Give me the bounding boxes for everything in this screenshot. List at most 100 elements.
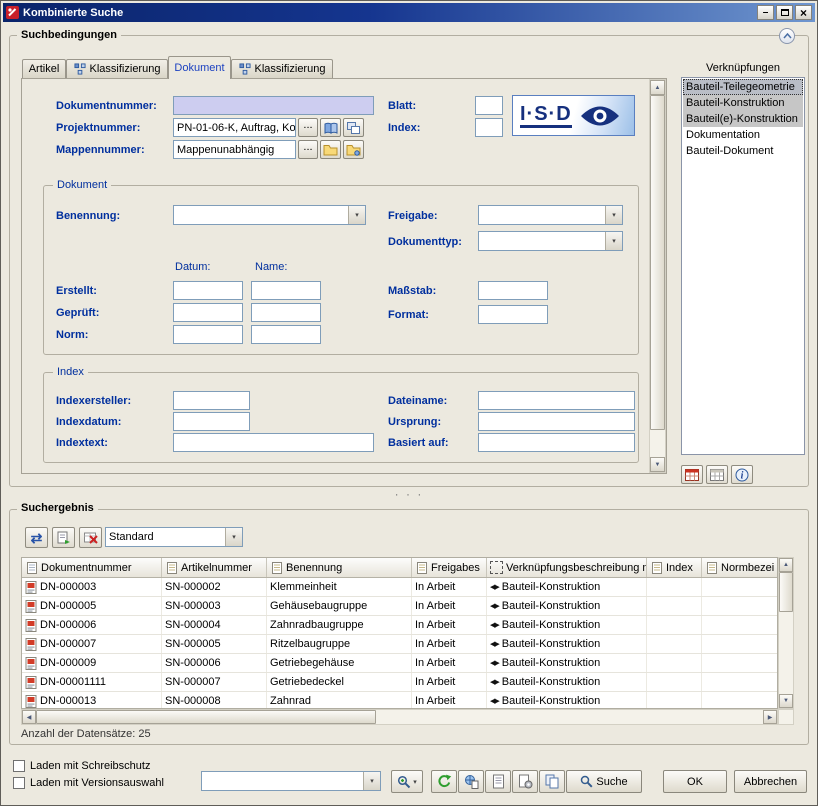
info-icon: i (735, 468, 749, 482)
geprueft-name-input[interactable] (251, 303, 321, 322)
projektnummer-input[interactable]: PN-01-06-K, Auftrag, Kon (173, 118, 296, 137)
close-button[interactable]: × (795, 5, 812, 20)
load-web-document-button[interactable] (458, 770, 484, 793)
result-list-red-button[interactable] (681, 465, 703, 484)
maximize-button[interactable] (776, 5, 793, 20)
load-version-checkbox[interactable] (13, 777, 25, 789)
results-vertical-scrollbar[interactable]: ▲ ▼ (778, 557, 794, 709)
verknuepfungen-item[interactable]: Bauteil-Konstruktion (683, 95, 803, 111)
verknuepfungen-item[interactable]: Bauteil-Teilegeometrie (683, 79, 803, 95)
table-row[interactable]: DN-000013SN-000008ZahnradIn Arbeit◀▶Baut… (22, 692, 777, 709)
column-header-index[interactable]: Index (647, 558, 702, 577)
table-row[interactable]: DN-000005SN-000003GehäusebaugruppeIn Arb… (22, 597, 777, 616)
app-icon[interactable] (6, 6, 19, 19)
column-header-artikelnummer[interactable]: Artikelnummer (162, 558, 267, 577)
mappen-browse-button[interactable]: ... (298, 140, 318, 159)
scroll-left-button[interactable]: ◀ (22, 710, 36, 724)
record-count-label: Anzahl der Datensätze: 25 (21, 728, 151, 740)
search-options-button[interactable]: ▾ (391, 770, 423, 793)
combo-arrow-icon[interactable]: ▾ (363, 772, 380, 790)
column-header-freigabestatus[interactable]: Freigabes (412, 558, 487, 577)
magnifier-icon (580, 775, 593, 788)
open-document-button[interactable] (485, 770, 511, 793)
indexdatum-input[interactable] (173, 412, 250, 431)
collapse-button[interactable] (779, 28, 795, 44)
minimize-button[interactable]: – (757, 5, 774, 20)
scroll-down-button[interactable]: ▼ (779, 694, 793, 708)
benennung-combo[interactable]: ▾ (173, 205, 366, 225)
tab-klassifizierung-2[interactable]: Klassifizierung (231, 59, 333, 78)
search-button[interactable]: Suche (566, 770, 642, 793)
table-row[interactable]: DN-00001111SN-000007GetriebedeckelIn Arb… (22, 673, 777, 692)
massstab-input[interactable] (478, 281, 548, 300)
scroll-thumb[interactable] (779, 572, 793, 612)
tab-artikel[interactable]: Artikel (22, 59, 66, 78)
table-row[interactable]: DN-000009SN-000006GetriebegehäuseIn Arbe… (22, 654, 777, 673)
results-horizontal-scrollbar[interactable]: ◀ ▶ (21, 709, 778, 725)
delete-result-button[interactable] (79, 527, 102, 548)
scroll-up-button[interactable]: ▲ (650, 80, 665, 95)
projekt-info-button[interactable] (320, 118, 341, 137)
erstellt-name-input[interactable] (251, 281, 321, 300)
ursprung-input[interactable] (478, 412, 635, 431)
form-vertical-scrollbar[interactable]: ▲ ▼ (649, 79, 666, 473)
mappen-new-button[interactable] (343, 140, 364, 159)
index-input[interactable] (475, 118, 503, 137)
document-settings-button[interactable] (512, 770, 538, 793)
tab-dokument[interactable]: Dokument (168, 56, 231, 79)
dokumentnummer-input[interactable] (173, 96, 374, 115)
erstellt-datum-input[interactable] (173, 281, 243, 300)
result-view-select[interactable]: Standard ▾ (105, 527, 243, 547)
scroll-down-button[interactable]: ▼ (650, 457, 665, 472)
table-cell: ◀▶Bauteil-Konstruktion (487, 654, 647, 672)
document-type-icon (25, 676, 37, 689)
norm-name-input[interactable] (251, 325, 321, 344)
norm-datum-input[interactable] (173, 325, 243, 344)
blatt-input[interactable] (475, 96, 503, 115)
refresh-results-button[interactable]: ⇄ (25, 527, 48, 548)
info-button[interactable]: i (731, 465, 753, 484)
table-row[interactable]: DN-000007SN-000005RitzelbaugruppeIn Arbe… (22, 635, 777, 654)
indexersteller-input[interactable] (173, 391, 250, 410)
verknuepfungen-item[interactable]: Bauteil-Dokument (683, 143, 803, 159)
table-row[interactable]: DN-000003SN-000002KlemmeinheitIn Arbeit◀… (22, 578, 777, 597)
combo-arrow-icon[interactable]: ▾ (605, 206, 622, 224)
splitter-handle[interactable]: · · · (1, 490, 817, 498)
column-header-benennung[interactable]: Benennung (267, 558, 412, 577)
export-results-button[interactable] (52, 527, 75, 548)
scroll-thumb[interactable] (650, 95, 665, 430)
column-header-normbezeichnung[interactable]: Normbezei (702, 558, 777, 577)
dateiname-input[interactable] (478, 391, 635, 410)
geprueft-datum-input[interactable] (173, 303, 243, 322)
verknuepfungen-item[interactable]: Dokumentation (683, 127, 803, 143)
cancel-button[interactable]: Abbrechen (734, 770, 807, 793)
verknuepfungen-listbox[interactable]: Bauteil-TeilegeometrieBauteil-Konstrukti… (681, 77, 805, 455)
projekt-browse-button[interactable]: ... (298, 118, 318, 137)
tab-klassifizierung-1[interactable]: Klassifizierung (66, 59, 168, 78)
refresh-button[interactable] (431, 770, 457, 793)
verknuepfungen-item[interactable]: Bauteil(e)-Konstruktion (683, 111, 803, 127)
indextext-input[interactable] (173, 433, 374, 452)
format-input[interactable] (478, 305, 548, 324)
scroll-up-button[interactable]: ▲ (779, 558, 793, 572)
search-preset-select[interactable]: ▾ (201, 771, 381, 791)
copy-document-button[interactable] (539, 770, 565, 793)
ok-button[interactable]: OK (663, 770, 727, 793)
scroll-thumb[interactable] (36, 710, 376, 724)
basiert-auf-input[interactable] (478, 433, 635, 452)
freigabe-combo[interactable]: ▾ (478, 205, 623, 225)
dokumenttyp-combo[interactable]: ▾ (478, 231, 623, 251)
title-bar[interactable]: Kombinierte Suche – × (3, 3, 815, 22)
scroll-right-button[interactable]: ▶ (763, 710, 777, 724)
load-readonly-checkbox[interactable] (13, 760, 25, 772)
combo-arrow-icon[interactable]: ▾ (348, 206, 365, 224)
projekt-list-button[interactable] (343, 118, 364, 137)
combo-arrow-icon[interactable]: ▾ (605, 232, 622, 250)
column-header-dokumentnummer[interactable]: Dokumentnummer (22, 558, 162, 577)
result-list-gray-button[interactable] (706, 465, 728, 484)
table-row[interactable]: DN-000006SN-000004ZahnradbaugruppeIn Arb… (22, 616, 777, 635)
mappen-folder-button[interactable] (320, 140, 341, 159)
mappennummer-input[interactable]: Mappenunabhängig (173, 140, 296, 159)
column-header-verknuepfung[interactable]: Verknüpfungsbeschreibung mit (487, 558, 647, 577)
combo-arrow-icon[interactable]: ▾ (225, 528, 242, 546)
